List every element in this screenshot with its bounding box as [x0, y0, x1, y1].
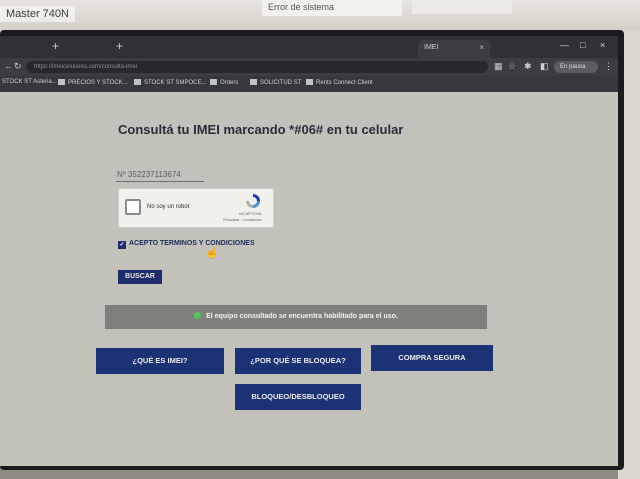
tab-title: IMEI [424, 44, 439, 51]
bookmark-item[interactable]: PRECIOS Y STOCK... [58, 79, 128, 86]
imei-input[interactable] [116, 168, 204, 182]
screen: + + IMEI × — □ × ← ↻ https://imeicelular… [0, 36, 618, 466]
extension-icon[interactable]: ▦ [494, 61, 503, 72]
new-tab-icon[interactable]: + [52, 39, 59, 53]
tab-bar: + + IMEI × — □ × [0, 36, 618, 58]
menu-dots-icon[interactable]: ⋮ [604, 61, 613, 72]
bookmark-item[interactable]: SOLICITUD ST [250, 79, 301, 86]
folder-icon [250, 79, 257, 85]
folder-icon [134, 79, 141, 85]
back-arrow-icon[interactable]: ← [4, 61, 13, 71]
minimize-icon[interactable]: — [560, 40, 569, 50]
profile-button[interactable]: En pausa [554, 61, 598, 73]
bookmarks-bar: STOCK ST Asteria... PRECIOS Y STOCK... S… [0, 76, 618, 92]
tab-close-icon[interactable]: × [479, 43, 484, 52]
reload-icon[interactable]: ↻ [14, 61, 22, 72]
app-icon [306, 79, 313, 85]
window-close-icon[interactable]: × [600, 40, 605, 50]
bookmark-star-icon[interactable]: ☆ [508, 61, 516, 72]
grid-icon [210, 79, 217, 85]
folder-icon [58, 79, 65, 85]
tab-imei[interactable]: IMEI × [418, 40, 490, 58]
maximize-icon[interactable]: □ [580, 40, 585, 50]
sidebar-icon[interactable]: ◧ [540, 61, 549, 72]
paper-note-secondary [412, 0, 512, 14]
url-input[interactable]: https://imeicelulares.com/consulta-imei [26, 61, 488, 73]
bookmark-item[interactable]: Rents Connect Client [306, 79, 373, 86]
bookmark-item[interactable]: STOCK ST SMPOCE... [134, 79, 206, 86]
new-tab-icon[interactable]: + [116, 39, 123, 53]
bookmark-item[interactable]: Orders [210, 79, 238, 86]
monitor-sticker: Master 740N [0, 6, 75, 22]
paper-note: Error de sistema [262, 0, 402, 16]
bookmark-item[interactable]: STOCK ST Asteria... [2, 79, 57, 85]
puzzle-icon[interactable]: ✱ [524, 61, 532, 72]
page-content [0, 92, 618, 466]
monitor-frame: + + IMEI × — □ × ← ↻ https://imeicelular… [0, 30, 624, 470]
address-bar-row: ← ↻ https://imeicelulares.com/consulta-i… [0, 58, 618, 76]
